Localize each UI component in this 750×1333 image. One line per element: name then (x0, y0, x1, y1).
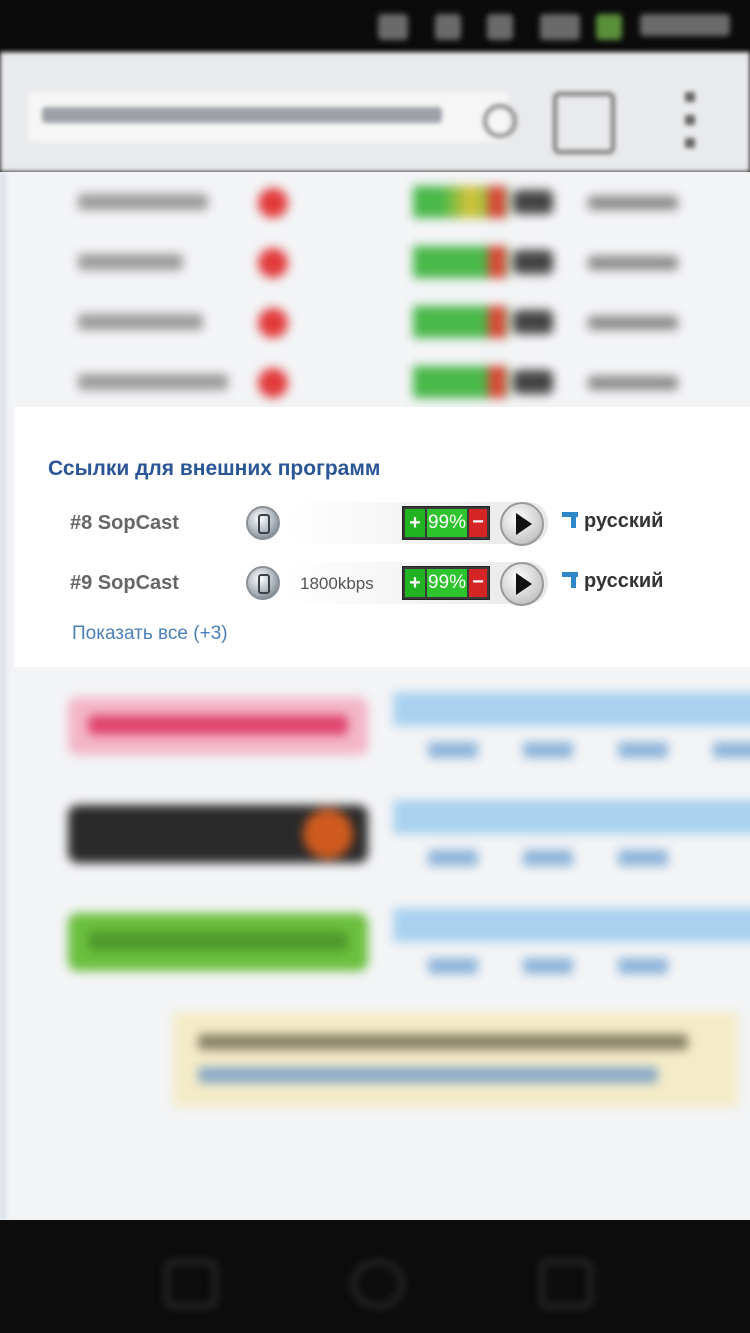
language-flag-icon (560, 512, 578, 530)
odds-table (393, 692, 750, 782)
address-text (42, 107, 442, 123)
home-icon[interactable] (352, 1260, 404, 1308)
battery-icon (596, 14, 622, 40)
rating-percent: 99% (427, 509, 467, 537)
recent-apps-icon[interactable] (540, 1260, 592, 1308)
status-icon (378, 14, 408, 40)
list-item (68, 242, 688, 282)
link-row[interactable]: #8 SopCast + 99% − русский (70, 502, 710, 546)
language-flag-icon (560, 572, 578, 590)
browser-toolbar (0, 52, 750, 172)
blurred-stream-list (8, 172, 750, 407)
menu-icon[interactable] (685, 92, 695, 148)
bookmaker-banner[interactable] (68, 913, 368, 971)
tabs-button[interactable] (553, 92, 615, 154)
odds-table (393, 800, 750, 890)
odds-table (393, 908, 750, 998)
signal-icon (540, 14, 580, 40)
rate-up-button[interactable]: + (405, 509, 425, 537)
bookmaker-banner[interactable] (68, 805, 368, 863)
status-icon (487, 14, 513, 40)
link-name[interactable]: #9 SopCast (70, 572, 179, 595)
address-bar[interactable] (28, 92, 517, 142)
page-edge (0, 172, 8, 1220)
external-links-panel: Ссылки для внешних программ #8 SopCast +… (14, 407, 750, 667)
rate-down-button[interactable]: − (469, 569, 487, 597)
refresh-icon[interactable] (483, 104, 517, 138)
rating-widget: + 99% − (402, 566, 490, 600)
bookmaker-banner[interactable] (68, 697, 368, 755)
link-row[interactable]: #9 SopCast 1800kbps + 99% − русский (70, 562, 710, 606)
blurred-bookmaker-section (8, 667, 750, 1220)
notice-box (173, 1012, 738, 1107)
rate-up-button[interactable]: + (405, 569, 425, 597)
clock (640, 14, 730, 36)
language-label: русский (584, 510, 664, 532)
bitrate: 1800kbps (300, 574, 374, 593)
rate-down-button[interactable]: − (469, 509, 487, 537)
rating-widget: + 99% − (402, 506, 490, 540)
play-icon[interactable] (500, 562, 544, 606)
status-bar (0, 0, 750, 52)
play-icon[interactable] (500, 502, 544, 546)
sopcast-icon (246, 506, 280, 540)
show-all-link[interactable]: Показать все (+3) (72, 623, 228, 645)
rating-percent: 99% (427, 569, 467, 597)
list-item (68, 302, 688, 342)
back-icon[interactable] (165, 1260, 217, 1308)
list-item (68, 362, 688, 402)
status-icon (435, 14, 461, 40)
sopcast-icon (246, 566, 280, 600)
navigation-bar (0, 1220, 750, 1333)
section-title: Ссылки для внешних программ (48, 457, 381, 480)
link-name[interactable]: #8 SopCast (70, 512, 179, 535)
web-page: Ссылки для внешних программ #8 SopCast +… (0, 172, 750, 1220)
list-item (68, 182, 688, 222)
language-label: русский (584, 570, 664, 592)
